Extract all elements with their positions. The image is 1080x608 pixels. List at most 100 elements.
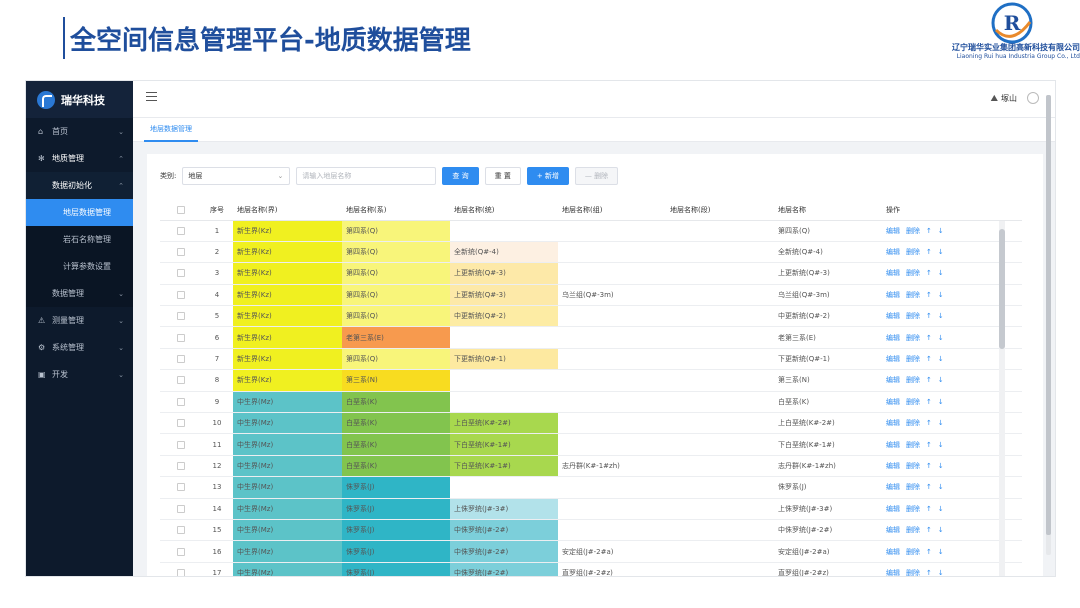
row-checkbox[interactable] xyxy=(160,498,201,520)
delete-link[interactable]: 删除 xyxy=(906,441,920,449)
move-down-icon[interactable]: ↓ xyxy=(938,441,944,449)
reset-button[interactable]: 重 置 xyxy=(484,167,521,185)
move-down-icon[interactable]: ↓ xyxy=(938,312,944,320)
move-up-icon[interactable]: ↑ xyxy=(926,483,932,491)
select-all-checkbox[interactable] xyxy=(160,201,201,221)
row-checkbox[interactable] xyxy=(160,540,201,563)
table-row[interactable]: 2 新生界(Kz) 第四系(Q) 全新统(Q#-4) 全新统(Q#-4) 编辑 删除 ↑ ↓ xyxy=(160,241,1022,264)
move-up-icon[interactable]: ↑ xyxy=(926,462,932,470)
edit-link[interactable]: 编辑 xyxy=(886,334,900,342)
table-row[interactable]: 1 新生界(Kz) 第四系(Q) 第四系(Q) 编辑 删除 ↑ ↓ xyxy=(160,220,1022,242)
edit-link[interactable]: 编辑 xyxy=(886,355,900,363)
sidebar-item-rock-names[interactable]: 岩石名称管理 xyxy=(26,226,133,253)
move-down-icon[interactable]: ↓ xyxy=(938,376,944,384)
delete-link[interactable]: 删除 xyxy=(906,419,920,427)
delete-link[interactable]: 删除 xyxy=(906,483,920,491)
move-down-icon[interactable]: ↓ xyxy=(938,526,944,534)
move-up-icon[interactable]: ↑ xyxy=(926,548,932,556)
move-down-icon[interactable]: ↓ xyxy=(938,291,944,299)
table-row[interactable]: 12 中生界(Mz) 白垩系(K) 下白垩统(K#-1#) 志丹群(K#-1#zh) 志丹… xyxy=(160,455,1022,478)
row-checkbox[interactable] xyxy=(160,305,201,328)
move-up-icon[interactable]: ↑ xyxy=(926,227,932,235)
menu-toggle-icon[interactable] xyxy=(146,92,157,102)
page-scrollbar-thumb[interactable] xyxy=(1046,95,1051,535)
sidebar-item-survey[interactable]: ⚠ 测量管理 ⌄ xyxy=(26,307,133,334)
query-button[interactable]: 查 询 xyxy=(442,167,479,185)
move-down-icon[interactable]: ↓ xyxy=(938,483,944,491)
move-down-icon[interactable]: ↓ xyxy=(938,505,944,513)
table-row[interactable]: 6 新生界(Kz) 老第三系(E) 老第三系(E) 编辑 删除 ↑ ↓ xyxy=(160,326,1022,349)
row-checkbox[interactable] xyxy=(160,369,201,392)
edit-link[interactable]: 编辑 xyxy=(886,548,900,556)
delete-link[interactable]: 删除 xyxy=(906,355,920,363)
row-checkbox[interactable] xyxy=(160,391,201,414)
move-up-icon[interactable]: ↑ xyxy=(926,376,932,384)
move-up-icon[interactable]: ↑ xyxy=(926,526,932,534)
move-down-icon[interactable]: ↓ xyxy=(938,355,944,363)
move-down-icon[interactable]: ↓ xyxy=(938,462,944,470)
delete-link[interactable]: 删除 xyxy=(906,227,920,235)
edit-link[interactable]: 编辑 xyxy=(886,312,900,320)
edit-link[interactable]: 编辑 xyxy=(886,419,900,427)
row-checkbox[interactable] xyxy=(160,262,201,285)
move-up-icon[interactable]: ↑ xyxy=(926,312,932,320)
row-checkbox[interactable] xyxy=(160,433,201,456)
move-up-icon[interactable]: ↑ xyxy=(926,569,932,576)
edit-link[interactable]: 编辑 xyxy=(886,462,900,470)
delete-link[interactable]: 删除 xyxy=(906,376,920,384)
type-select[interactable]: 地层 ⌄ xyxy=(182,167,291,185)
edit-link[interactable]: 编辑 xyxy=(886,505,900,513)
table-row[interactable]: 8 新生界(Kz) 第三系(N) 第三系(N) 编辑 删除 ↑ ↓ xyxy=(160,369,1022,392)
delete-link[interactable]: 删除 xyxy=(906,398,920,406)
edit-link[interactable]: 编辑 xyxy=(886,291,900,299)
sidebar-item-geology[interactable]: ✻ 地质管理 ⌃ xyxy=(26,145,133,172)
edit-link[interactable]: 编辑 xyxy=(886,441,900,449)
move-down-icon[interactable]: ↓ xyxy=(938,248,944,256)
move-down-icon[interactable]: ↓ xyxy=(938,269,944,277)
delete-link[interactable]: 删除 xyxy=(906,569,920,576)
table-row[interactable]: 16 中生界(Mz) 侏罗系(J) 中侏罗统(J#-2#) 安定组(J#-2#a) 安定组… xyxy=(160,540,1022,563)
move-down-icon[interactable]: ↓ xyxy=(938,548,944,556)
table-row[interactable]: 17 中生界(Mz) 侏罗系(J) 中侏罗统(J#-2#) 直罗组(J#-2#z) 直罗组… xyxy=(160,562,1022,576)
delete-link[interactable]: 删除 xyxy=(906,334,920,342)
row-checkbox[interactable] xyxy=(160,241,201,264)
move-up-icon[interactable]: ↑ xyxy=(926,419,932,427)
table-row[interactable]: 14 中生界(Mz) 侏罗系(J) 上侏罗统(J#-3#) 上侏罗统(J#-3#) 编辑删… xyxy=(160,498,1022,520)
edit-link[interactable]: 编辑 xyxy=(886,248,900,256)
row-checkbox[interactable] xyxy=(160,326,201,349)
table-row[interactable]: 4 新生界(Kz) 第四系(Q) 上更新统(Q#-3) 乌兰组(Q#-3m) 乌兰组(Q#… xyxy=(160,284,1022,307)
row-checkbox[interactable] xyxy=(160,220,201,242)
page-scrollbar[interactable] xyxy=(1046,95,1051,555)
move-down-icon[interactable]: ↓ xyxy=(938,398,944,406)
sidebar-item-home[interactable]: ⌂ 首页 ⌄ xyxy=(26,118,133,145)
search-input[interactable]: 请输入地层名称 xyxy=(296,167,437,185)
add-button[interactable]: + 新增 xyxy=(526,167,569,185)
move-up-icon[interactable]: ↑ xyxy=(926,248,932,256)
move-down-icon[interactable]: ↓ xyxy=(938,227,944,235)
user-menu[interactable]: ⛰ 塚山 xyxy=(990,93,1017,104)
move-up-icon[interactable]: ↑ xyxy=(926,355,932,363)
row-checkbox[interactable] xyxy=(160,284,201,307)
brand[interactable]: 瑞华科技 xyxy=(26,81,133,118)
table-row[interactable]: 15 中生界(Mz) 侏罗系(J) 中侏罗统(J#-2#) 中侏罗统(J#-2#) 编辑删… xyxy=(160,519,1022,542)
delete-link[interactable]: 删除 xyxy=(906,269,920,277)
table-scrollbar-thumb[interactable] xyxy=(999,229,1005,349)
delete-button[interactable]: — 删除 xyxy=(574,167,619,185)
move-up-icon[interactable]: ↑ xyxy=(926,291,932,299)
delete-link[interactable]: 删除 xyxy=(906,312,920,320)
row-checkbox[interactable] xyxy=(160,476,201,499)
move-down-icon[interactable]: ↓ xyxy=(938,419,944,427)
table-scrollbar[interactable] xyxy=(999,221,1005,576)
sidebar-item-calc-params[interactable]: 计算参数设置 xyxy=(26,253,133,280)
avatar[interactable] xyxy=(1027,92,1039,104)
edit-link[interactable]: 编辑 xyxy=(886,483,900,491)
row-checkbox[interactable] xyxy=(160,519,201,542)
move-up-icon[interactable]: ↑ xyxy=(926,505,932,513)
sidebar-item-strata-data[interactable]: 地层数据管理 xyxy=(26,199,133,226)
edit-link[interactable]: 编辑 xyxy=(886,526,900,534)
move-down-icon[interactable]: ↓ xyxy=(938,569,944,576)
move-down-icon[interactable]: ↓ xyxy=(938,334,944,342)
edit-link[interactable]: 编辑 xyxy=(886,269,900,277)
delete-link[interactable]: 删除 xyxy=(906,526,920,534)
row-checkbox[interactable] xyxy=(160,562,201,576)
